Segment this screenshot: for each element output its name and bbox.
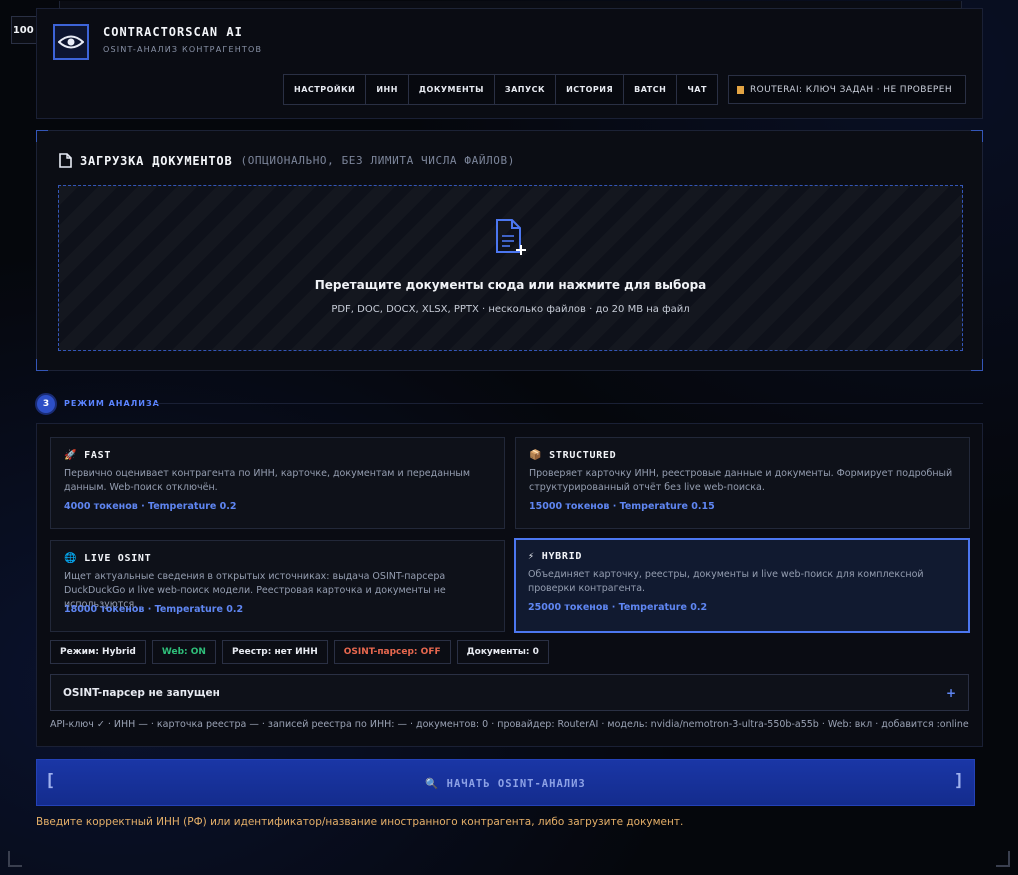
mode-description: Объединяет карточку, реестры, документы … [528, 569, 924, 594]
nav-inn[interactable]: ИНН [366, 75, 409, 104]
corner-bl [36, 359, 48, 371]
mode-title: STRUCTURED [549, 450, 617, 461]
eye-logo-icon [53, 24, 89, 60]
analysis-mode-panel: 🚀 FAST Первично оценивает контрагента по… [36, 423, 983, 747]
upload-title-note: (ОПЦИОНАЛЬНО, БЕЗ ЛИМИТА ЧИСЛА ФАЙЛОВ) [240, 154, 515, 167]
router-status-text: ROUTERAI: КЛЮЧ ЗАДАН · НЕ ПРОВЕРЕН [750, 84, 953, 95]
status-chips: Режим: Hybrid Web: ON Реестр: нет ИНН OS… [50, 640, 549, 664]
globe-icon: 🌐 [64, 553, 78, 564]
status-line: API-ключ ✓ · ИНН — · карточка реестра — … [50, 719, 969, 730]
section-label: РЕЖИМ АНАЛИЗА [64, 399, 160, 408]
dropzone-hint: PDF, DOC, DOCX, XLSX, PPTX · несколько ф… [331, 304, 690, 315]
corner-tr [971, 130, 983, 142]
mode-description: Первично оценивает контрагента по ИНН, к… [64, 468, 471, 493]
start-analysis-button[interactable]: [ 🔍 НАЧАТЬ OSINT-АНАЛИЗ ] [36, 759, 975, 806]
mode-card-hybrid[interactable]: ⚡ HYBRID Объединяет карточку, реестры, д… [514, 538, 970, 633]
file-dropzone[interactable]: Перетащите документы сюда или нажмите дл… [58, 185, 963, 351]
mode-card-structured[interactable]: 📦 STRUCTURED Проверяет карточку ИНН, рее… [515, 437, 970, 529]
corner-br [971, 359, 983, 371]
bracket-right: ] [953, 771, 964, 791]
frame-corner-bl [8, 851, 22, 867]
nav-settings[interactable]: НАСТРОЙКИ [284, 75, 367, 104]
chip-parser: OSINT-парсер: OFF [333, 640, 451, 664]
mode-title: HYBRID [541, 551, 583, 562]
chip-mode: Режим: Hybrid [50, 640, 146, 664]
validation-warning: Введите корректный ИНН (РФ) или идентифи… [36, 816, 684, 828]
osint-parser-toggle[interactable]: OSINT-парсер не запущен + [50, 674, 969, 711]
add-file-icon [496, 219, 526, 255]
chip-registry: Реестр: нет ИНН [221, 640, 328, 664]
nav-batch[interactable]: BATCH [624, 75, 678, 104]
section-divider [155, 403, 983, 404]
chip-web: Web: ON [151, 640, 216, 664]
nav-documents[interactable]: ДОКУМЕНТЫ [409, 75, 495, 104]
nav-launch[interactable]: ЗАПУСК [495, 75, 557, 104]
rocket-icon: 🚀 [64, 450, 78, 461]
dropzone-text: Перетащите документы сюда или нажмите дл… [314, 278, 707, 292]
upload-heading: ЗАГРУЗКА ДОКУМЕНТОВ (ОПЦИОНАЛЬНО, БЕЗ ЛИ… [59, 153, 515, 168]
lightning-icon: ⚡ [528, 551, 535, 562]
mode-title: LIVE OSINT [84, 553, 152, 564]
app-title: CONTRACTORSCAN AI [103, 25, 243, 39]
status-dot-icon [737, 85, 744, 94]
mode-meta: 25000 токенов · Temperature 0.2 [528, 602, 708, 613]
router-status-badge: ROUTERAI: КЛЮЧ ЗАДАН · НЕ ПРОВЕРЕН [728, 75, 966, 104]
mode-meta: 4000 токенов · Temperature 0.2 [64, 501, 237, 512]
mode-meta: 15000 токенов · Temperature 0.15 [529, 501, 715, 512]
app-subtitle: OSINT-АНАЛИЗ КОНТРАГЕНТОВ [103, 45, 263, 54]
upload-panel: ЗАГРУЗКА ДОКУМЕНТОВ (ОПЦИОНАЛЬНО, БЕЗ ЛИ… [36, 130, 983, 371]
expand-icon[interactable]: + [946, 686, 956, 700]
mode-description: Проверяет карточку ИНН, реестровые данны… [529, 468, 953, 493]
app-header: CONTRACTORSCAN AI OSINT-АНАЛИЗ КОНТРАГЕН… [36, 1, 983, 119]
parser-status-label: OSINT-парсер не запущен [63, 686, 220, 699]
mode-card-live-osint[interactable]: 🌐 LIVE OSINT Ищет актуальные сведения в … [50, 540, 505, 632]
mode-description: Ищет актуальные сведения в открытых исто… [64, 571, 446, 610]
top-nav: НАСТРОЙКИ ИНН ДОКУМЕНТЫ ЗАПУСК ИСТОРИЯ B… [283, 74, 718, 105]
mode-meta: 18000 токенов · Temperature 0.2 [64, 604, 244, 615]
step-number-badge: 3 [35, 393, 57, 415]
package-icon: 📦 [529, 450, 543, 461]
corner-tl [36, 130, 48, 142]
frame-corner-br [996, 851, 1010, 867]
start-label: 🔍 НАЧАТЬ OSINT-АНАЛИЗ [425, 778, 586, 790]
document-icon [59, 153, 72, 168]
mode-card-fast[interactable]: 🚀 FAST Первично оценивает контрагента по… [50, 437, 505, 529]
upload-title: ЗАГРУЗКА ДОКУМЕНТОВ [80, 153, 233, 168]
mode-title: FAST [84, 450, 112, 461]
nav-history[interactable]: ИСТОРИЯ [556, 75, 625, 104]
header-top-line [59, 1, 962, 9]
nav-chat[interactable]: ЧАТ [677, 75, 717, 104]
chip-documents: Документы: 0 [456, 640, 549, 664]
